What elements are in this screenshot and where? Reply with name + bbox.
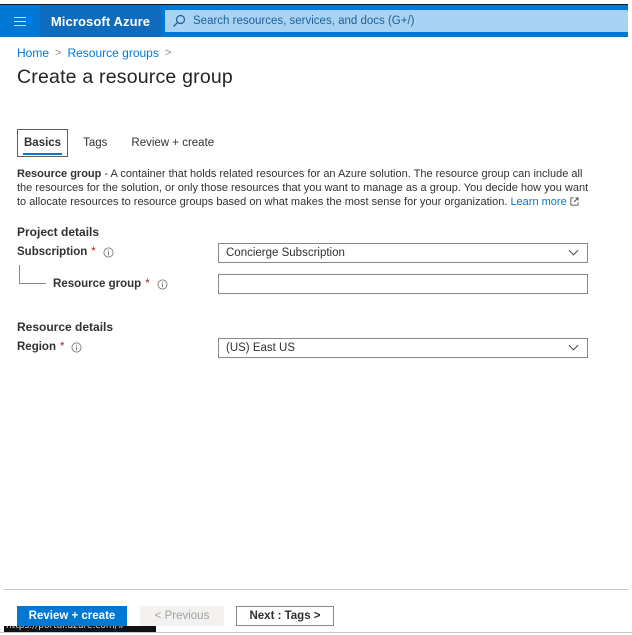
chevron-down-icon bbox=[568, 344, 579, 351]
learn-more-link[interactable]: Learn more bbox=[510, 196, 579, 208]
breadcrumb-home[interactable]: Home bbox=[17, 46, 49, 60]
brand-title: Microsoft Azure bbox=[50, 13, 151, 29]
learn-more-label: Learn more bbox=[510, 196, 567, 208]
region-label: Region * bbox=[17, 341, 82, 353]
required-mark: * bbox=[91, 246, 96, 258]
region-label-text: Region bbox=[17, 341, 56, 353]
chevron-down-icon bbox=[568, 249, 579, 256]
subscription-label-text: Subscription bbox=[17, 246, 88, 258]
info-icon[interactable] bbox=[103, 247, 114, 258]
tab-review-create[interactable]: Review + create bbox=[124, 129, 221, 157]
footer-divider bbox=[4, 589, 628, 590]
region-dropdown[interactable]: (US) East US bbox=[218, 338, 588, 358]
top-nav-bar: Microsoft Azure Search resources, servic… bbox=[0, 4, 628, 37]
portal-menu-button[interactable] bbox=[0, 5, 40, 37]
breadcrumb: Home > Resource groups > bbox=[17, 46, 177, 60]
subscription-label: Subscription * bbox=[17, 246, 114, 258]
required-mark: * bbox=[145, 278, 150, 290]
review-create-button[interactable]: Review + create bbox=[17, 606, 127, 626]
description-text: - A container that holds related resourc… bbox=[17, 168, 589, 208]
status-tip-text: https://portal.azure.com/# bbox=[6, 626, 126, 631]
breadcrumb-separator: > bbox=[164, 47, 172, 59]
required-mark: * bbox=[59, 341, 65, 353]
description-term: Resource group bbox=[17, 168, 102, 180]
resource-group-description: Resource group - A container that holds … bbox=[17, 167, 589, 209]
breadcrumb-separator: > bbox=[55, 47, 62, 59]
region-value: (US) East US bbox=[226, 342, 296, 354]
search-placeholder: Search resources, services, and docs (G+… bbox=[193, 15, 415, 27]
previous-button[interactable]: < Previous bbox=[140, 606, 224, 626]
wizard-tabs: Basics Tags Review + create bbox=[17, 129, 223, 157]
subscription-dropdown[interactable]: Concierge Subscription bbox=[218, 243, 588, 263]
subscription-value: Concierge Subscription bbox=[226, 247, 345, 259]
tab-basics[interactable]: Basics bbox=[17, 129, 69, 157]
resource-group-label-text: Resource group bbox=[53, 278, 142, 290]
bottom-divider bbox=[0, 632, 632, 633]
resource-group-input[interactable] bbox=[218, 274, 588, 294]
page-title: Create a resource group bbox=[17, 66, 233, 88]
brand-link[interactable]: Microsoft Azure bbox=[40, 5, 161, 37]
breadcrumb-resource-groups[interactable]: Resource groups bbox=[67, 46, 158, 60]
external-link-icon bbox=[570, 197, 579, 206]
tab-tags[interactable]: Tags bbox=[76, 129, 114, 157]
project-details-heading: Project details bbox=[17, 225, 100, 239]
resource-group-label: Resource group * bbox=[53, 278, 168, 290]
global-search-input[interactable]: Search resources, services, and docs (G+… bbox=[165, 10, 628, 32]
hamburger-menu-icon bbox=[14, 16, 26, 26]
resource-details-heading: Resource details bbox=[17, 320, 114, 334]
next-tags-button[interactable]: Next : Tags > bbox=[236, 606, 334, 626]
info-icon[interactable] bbox=[71, 342, 82, 353]
search-icon bbox=[173, 14, 186, 27]
hierarchy-connector bbox=[19, 265, 46, 284]
info-icon[interactable] bbox=[157, 279, 168, 290]
